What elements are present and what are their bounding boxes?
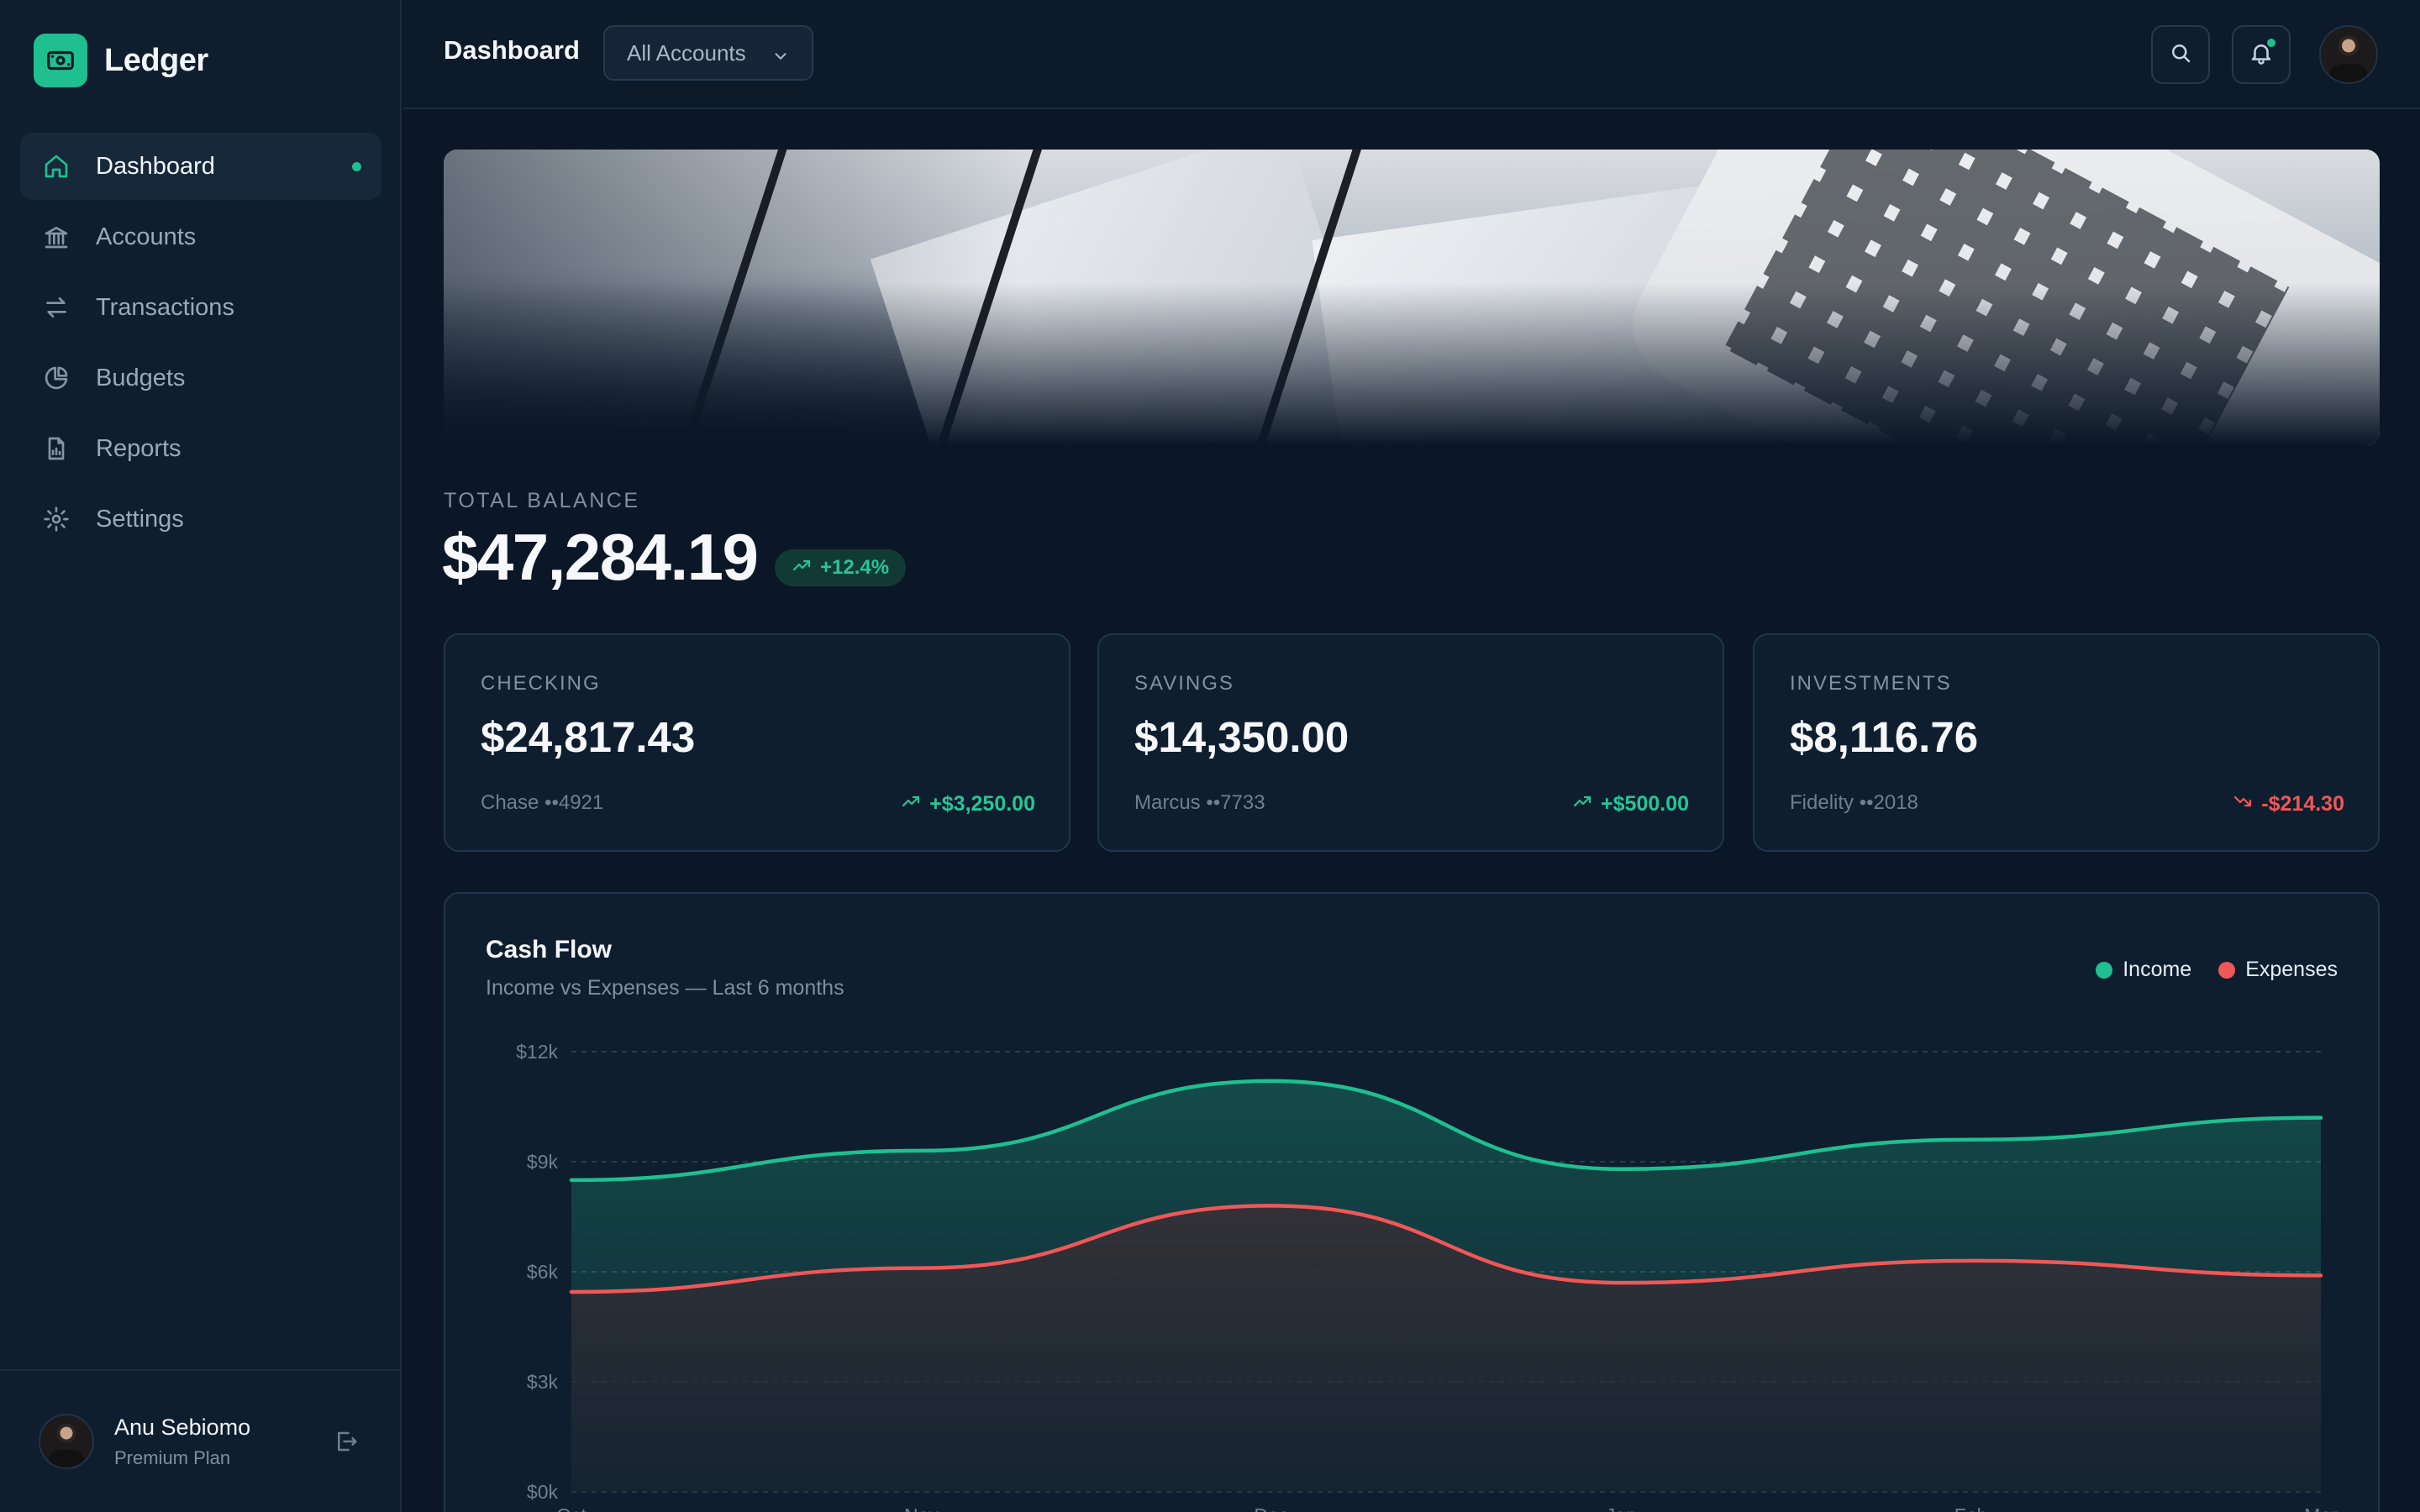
- page-title: Dashboard: [444, 35, 580, 65]
- y-tick-label: $3k: [527, 1371, 559, 1393]
- search-icon: [2168, 40, 2193, 70]
- notifications-button[interactable]: [2232, 25, 2291, 84]
- x-tick-label: Jan: [1606, 1504, 1637, 1512]
- y-tick-label: $12k: [516, 1041, 558, 1063]
- x-tick-label: Oct: [556, 1504, 587, 1512]
- search-button[interactable]: [2151, 25, 2210, 84]
- sidebar-item-label: Transactions: [96, 293, 234, 321]
- account-change-value: -$214.30: [2261, 792, 2344, 816]
- sidebar-item-label: Settings: [96, 505, 184, 533]
- y-tick-label: $6k: [527, 1261, 559, 1283]
- hero-image: [444, 150, 2380, 445]
- account-change-value: +$500.00: [1601, 792, 1689, 816]
- sidebar-item-label: Budgets: [96, 364, 186, 391]
- account-change: +$3,250.00: [901, 791, 1035, 817]
- report-file-icon: [42, 434, 71, 463]
- sidebar: Ledger Dashboard Accounts Transactions B…: [0, 0, 402, 1512]
- account-balance: $8,116.76: [1790, 713, 1979, 761]
- account-card-checking[interactable]: CHECKING $24,817.43 Chase ••4921 +$3,250…: [444, 633, 1071, 852]
- sidebar-nav: Dashboard Accounts Transactions Budgets: [20, 133, 381, 556]
- account-change: +$500.00: [1572, 791, 1689, 817]
- account-type: INVESTMENTS: [1790, 672, 1952, 695]
- sidebar-item-settings[interactable]: Settings: [20, 486, 381, 553]
- account-filter-value: All Accounts: [627, 39, 746, 66]
- pie-chart-icon: [42, 364, 71, 392]
- hero-overlay: [444, 150, 2380, 445]
- total-balance-amount: $47,284.19: [442, 520, 759, 594]
- sidebar-item-label: Reports: [96, 434, 182, 462]
- brand-name: Ledger: [104, 42, 208, 78]
- sidebar-item-reports[interactable]: Reports: [20, 415, 381, 482]
- account-card-investments[interactable]: INVESTMENTS $8,116.76 Fidelity ••2018 -$…: [1753, 633, 2380, 852]
- user-plan: Premium Plan: [114, 1446, 231, 1468]
- user-name: Anu Sebiomo: [114, 1414, 251, 1440]
- gear-icon: [42, 505, 71, 533]
- account-institution: Fidelity ••2018: [1790, 791, 1918, 814]
- brand[interactable]: Ledger: [34, 34, 208, 87]
- banknote-icon: [34, 34, 87, 87]
- account-type: CHECKING: [481, 672, 601, 695]
- active-indicator-dot: [352, 162, 361, 171]
- y-tick-label: $0k: [527, 1481, 559, 1503]
- account-change: -$214.30: [2233, 791, 2344, 817]
- account-type: SAVINGS: [1134, 672, 1234, 695]
- y-tick-label: $9k: [527, 1151, 559, 1173]
- x-tick-label: Dec: [1254, 1504, 1288, 1512]
- account-filter-dropdown[interactable]: All Accounts: [603, 25, 813, 81]
- sidebar-item-label: Accounts: [96, 223, 197, 250]
- sidebar-item-accounts[interactable]: Accounts: [20, 203, 381, 270]
- account-change-value: +$3,250.00: [929, 792, 1035, 816]
- trend-down-icon: [2233, 791, 2261, 817]
- account-institution: Marcus ••7733: [1134, 791, 1265, 814]
- avatar[interactable]: [39, 1414, 94, 1469]
- account-card-savings[interactable]: SAVINGS $14,350.00 Marcus ••7733 +$500.0…: [1097, 633, 1724, 852]
- logout-icon[interactable]: [329, 1425, 363, 1458]
- account-balance: $14,350.00: [1134, 713, 1349, 761]
- trend-up-icon: [1572, 791, 1601, 817]
- account-institution: Chase ••4921: [481, 791, 604, 814]
- balance-change-value: +12.4%: [820, 556, 890, 579]
- notification-dot: [2265, 37, 2277, 49]
- bank-icon: [42, 223, 71, 251]
- sidebar-item-transactions[interactable]: Transactions: [20, 274, 381, 341]
- trend-up-icon: [901, 791, 929, 817]
- user-meta: Anu Sebiomo Premium Plan: [114, 1415, 250, 1469]
- sidebar-item-dashboard[interactable]: Dashboard: [20, 133, 381, 200]
- home-icon: [42, 152, 71, 181]
- balance-change-badge: +12.4%: [775, 549, 907, 586]
- total-balance-label: TOTAL BALANCE: [444, 489, 640, 512]
- top-bar: Dashboard All Accounts: [403, 0, 2420, 109]
- user-profile: Anu Sebiomo Premium Plan: [0, 1369, 400, 1512]
- avatar[interactable]: [2319, 25, 2378, 84]
- sidebar-item-budgets[interactable]: Budgets: [20, 344, 381, 412]
- x-tick-label: Feb: [1954, 1504, 1988, 1512]
- x-tick-label: Nov: [904, 1504, 939, 1512]
- cash-flow-chart: $0k $3k $6k $9k $12k Oct Nov Dec Jan Feb Mar: [516, 1041, 2338, 1512]
- x-tick-label: Mar: [2304, 1504, 2338, 1512]
- chevron-down-icon: [771, 45, 790, 71]
- arrows-swap-icon: [42, 293, 71, 322]
- sidebar-item-label: Dashboard: [96, 152, 215, 180]
- trend-up-icon: [792, 555, 820, 581]
- account-balance: $24,817.43: [481, 713, 696, 761]
- cash-flow-chart-card: Cash Flow Income vs Expenses — Last 6 mo…: [444, 892, 2380, 1512]
